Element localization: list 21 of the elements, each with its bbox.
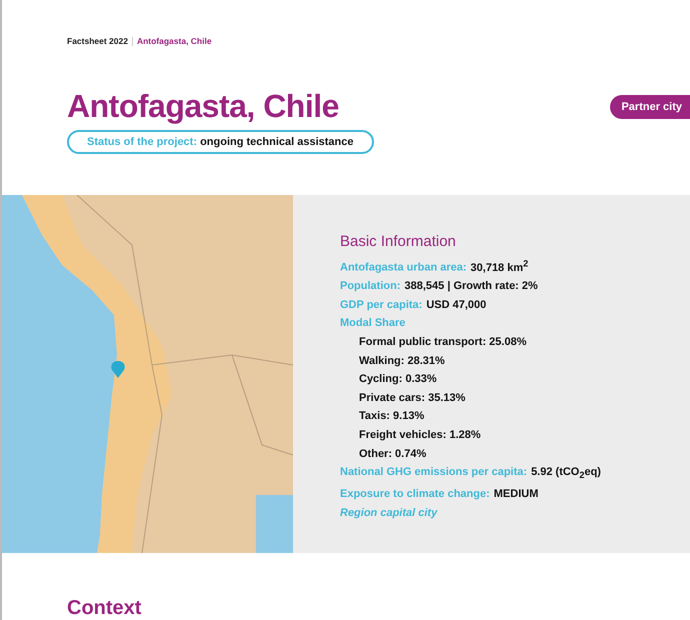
- city-label: Antofagasta, Chile: [136, 36, 212, 46]
- document-label: Factsheet 2022: [67, 36, 128, 46]
- info-line: Antofagasta urban area: 30,718 km$^{2}$: [340, 257, 530, 276]
- info-line: National GHG emissions per capita: 5.92 (tCO$_{2}$eq): [340, 465, 601, 482]
- info-line: GDP per capita: USD 47,000: [340, 298, 488, 313]
- modal-share-item: Taxis: 9.13%: [358, 409, 426, 424]
- page-title: Antofagasta, Chile: [67, 88, 339, 125]
- modal-share-item: Private cars: 35.13%: [358, 390, 466, 406]
- modal-share-item: Cycling: 0.33%: [358, 372, 438, 388]
- partner-badge: Partner city: [610, 94, 690, 118]
- info-line: Modal Share: [340, 316, 406, 332]
- modal-share-item: Walking: 28.31%: [358, 354, 446, 369]
- status-pill: Status of the project: ongoing technical assistance: [67, 130, 374, 154]
- info-line: Exposure to climate change: MEDIUM: [340, 486, 540, 502]
- section-heading: Basic Information: [340, 233, 457, 250]
- info-line: Population: 388,545 | Growth rate: 2%: [340, 279, 539, 294]
- modal-share-item: Freight vehicles: 1.28%: [358, 428, 482, 443]
- context-heading: Context: [67, 597, 142, 620]
- info-note: Region capital city: [340, 506, 438, 521]
- modal-share-item: Formal public transport: 25.08%: [358, 335, 528, 350]
- modal-share-item: Other: 0.74%: [358, 446, 428, 462]
